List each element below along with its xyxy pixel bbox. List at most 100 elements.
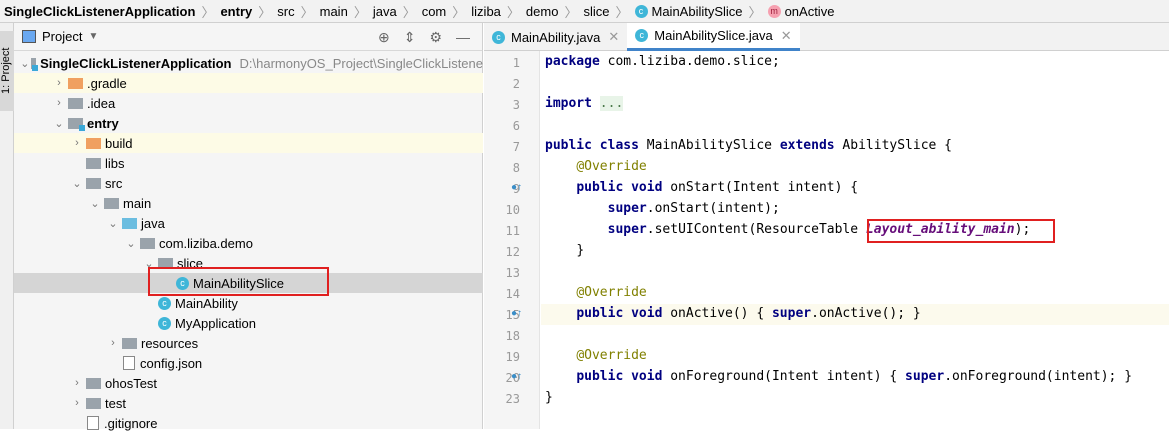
chevron-down-icon[interactable]: ⌄ <box>124 237 138 250</box>
override-gutter-icon[interactable]: ●↑ <box>511 371 522 382</box>
crumb-entry[interactable]: entry 〉 <box>220 2 277 21</box>
file-icon <box>123 356 135 370</box>
locate-icon[interactable]: ⊕ <box>378 29 390 46</box>
chevron-down-icon[interactable]: ▼ <box>88 31 98 42</box>
folder-icon <box>122 217 137 229</box>
code-line: } <box>576 243 585 258</box>
crumb-label: onActive <box>784 3 835 19</box>
tab-mainabilityslice[interactable]: c MainAbilitySlice.java ✕ <box>627 23 800 51</box>
tree-item[interactable]: config.json <box>14 353 483 373</box>
tree-item[interactable]: ⌄ SingleClickListenerApplication D:\harmon… <box>14 53 483 73</box>
chevron-down-icon[interactable]: ⌄ <box>70 177 84 190</box>
tree-item-label: .idea <box>87 95 116 111</box>
tree-item[interactable]: › test <box>14 393 483 413</box>
tree-item-label: ohosTest <box>105 375 158 391</box>
code-line: @Override <box>576 285 647 300</box>
folder-icon <box>68 117 85 131</box>
crumb-label: slice <box>583 3 610 19</box>
override-gutter-icon[interactable]: ●↑ <box>511 182 522 193</box>
folder-icon <box>86 137 101 149</box>
tree-item[interactable]: › build <box>14 133 483 153</box>
code-line: public void onActive() { super.onActive(… <box>576 306 921 321</box>
line-number: 18 <box>505 329 520 343</box>
gear-icon[interactable]: ⚙ <box>429 29 442 46</box>
folder-icon <box>86 377 101 389</box>
crumb-project[interactable]: SingleClickListenerApplication 〉 <box>4 2 220 21</box>
tree-item-label: .gradle <box>87 75 127 91</box>
crumb-method[interactable]: m onActive <box>767 3 835 19</box>
project-tool-button[interactable]: 1: Project <box>0 31 14 111</box>
chevron-down-icon[interactable]: ⌄ <box>88 197 102 210</box>
chevron-right-icon[interactable]: › <box>70 397 84 409</box>
chevron-down-icon[interactable]: ⌄ <box>20 57 29 70</box>
tree-item[interactable]: ⌄ src <box>14 173 483 193</box>
chevron-right-icon[interactable]: › <box>52 97 66 109</box>
tool-window-strip: 1: Project <box>0 23 14 429</box>
project-panel: Project ▼ ⊕ ⇕ ⚙ — ⌄ SingleClickListenerAp… <box>14 23 483 431</box>
tree-item-label: resources <box>141 335 199 351</box>
tree-item[interactable]: libs <box>14 153 483 173</box>
tree-item-label: libs <box>105 155 125 171</box>
tab-label: MainAbilitySlice.java <box>654 28 773 43</box>
crumb-main[interactable]: main 〉 <box>320 2 373 21</box>
tree-item[interactable]: ⌄ main <box>14 193 483 213</box>
code-line: } <box>545 390 553 405</box>
folder-icon <box>31 57 38 71</box>
crumb-label: java <box>372 3 397 19</box>
chevron-down-icon[interactable]: ⌄ <box>52 117 66 130</box>
code-line: package com.liziba.demo.slice; <box>545 54 780 69</box>
line-number: 10 <box>505 203 520 217</box>
line-number: 8 <box>512 161 520 175</box>
tree-item[interactable]: › .gradle <box>14 73 483 93</box>
close-icon[interactable]: ✕ <box>608 29 619 45</box>
tree-item[interactable]: ⌄ java <box>14 213 483 233</box>
crumb-slice[interactable]: slice 〉 <box>583 2 634 21</box>
line-number: 7 <box>512 140 520 154</box>
override-gutter-icon[interactable]: ●↑ <box>511 308 522 319</box>
crumb-label: liziba <box>471 3 501 19</box>
minimize-icon[interactable]: — <box>456 29 470 46</box>
collapse-all-icon[interactable]: ⇕ <box>404 29 416 46</box>
close-icon[interactable]: ✕ <box>781 28 792 44</box>
code-line: public class MainAbilitySlice extends Ab… <box>545 138 953 153</box>
tree-item[interactable]: c MyApplication <box>14 313 483 333</box>
line-number: 11 <box>505 224 520 238</box>
project-path: D:\harmonyOS_Project\SingleClickListene <box>239 55 484 71</box>
folded-imports[interactable]: ... <box>599 96 624 111</box>
chevron-right-icon[interactable]: › <box>70 377 84 389</box>
line-number: 19 <box>505 350 520 364</box>
crumb-src[interactable]: src 〉 <box>277 2 319 21</box>
tree-item[interactable]: ⌄ entry <box>14 113 483 133</box>
crumb-class[interactable]: c MainAbilitySlice 〉 <box>634 2 768 21</box>
editor-tabs: c MainAbility.java ✕ c MainAbilitySlice.jav… <box>484 23 1169 51</box>
tree-item[interactable]: › resources <box>14 333 483 353</box>
tree-item[interactable]: ⌄ com.liziba.demo <box>14 233 483 253</box>
folder-icon <box>68 77 83 89</box>
chevron-right-icon[interactable]: › <box>106 337 120 349</box>
tree-item[interactable]: › ohosTest <box>14 373 483 393</box>
class-icon: c <box>158 316 171 330</box>
line-number: 6 <box>512 119 520 133</box>
line-number: 23 <box>505 392 520 406</box>
chevron-down-icon[interactable]: ⌄ <box>106 217 120 230</box>
crumb-java[interactable]: java 〉 <box>373 2 422 21</box>
breadcrumb: SingleClickListenerApplication 〉 entry 〉 s… <box>0 0 1169 23</box>
class-icon: c <box>492 30 505 44</box>
chevron-right-icon[interactable]: › <box>52 77 66 89</box>
crumb-liziba[interactable]: liziba 〉 <box>471 2 526 21</box>
crumb-demo[interactable]: demo 〉 <box>526 2 584 21</box>
file-icon <box>87 416 99 430</box>
tree-item-label: SingleClickListenerApplication <box>40 55 232 71</box>
chevron-right-icon[interactable]: › <box>70 137 84 149</box>
line-number: 12 <box>505 245 520 259</box>
tree-item[interactable]: .gitignore <box>14 413 483 433</box>
class-icon: c <box>158 296 171 310</box>
highlight-box <box>867 219 1055 243</box>
tree-item[interactable]: › .idea <box>14 93 483 113</box>
folder-icon <box>86 157 101 169</box>
crumb-com[interactable]: com 〉 <box>422 2 472 21</box>
project-view-selector[interactable]: Project <box>42 29 82 44</box>
tab-mainability[interactable]: c MainAbility.java ✕ <box>484 23 627 51</box>
folder-icon <box>140 237 155 249</box>
tree-item[interactable]: c MainAbility <box>14 293 483 313</box>
